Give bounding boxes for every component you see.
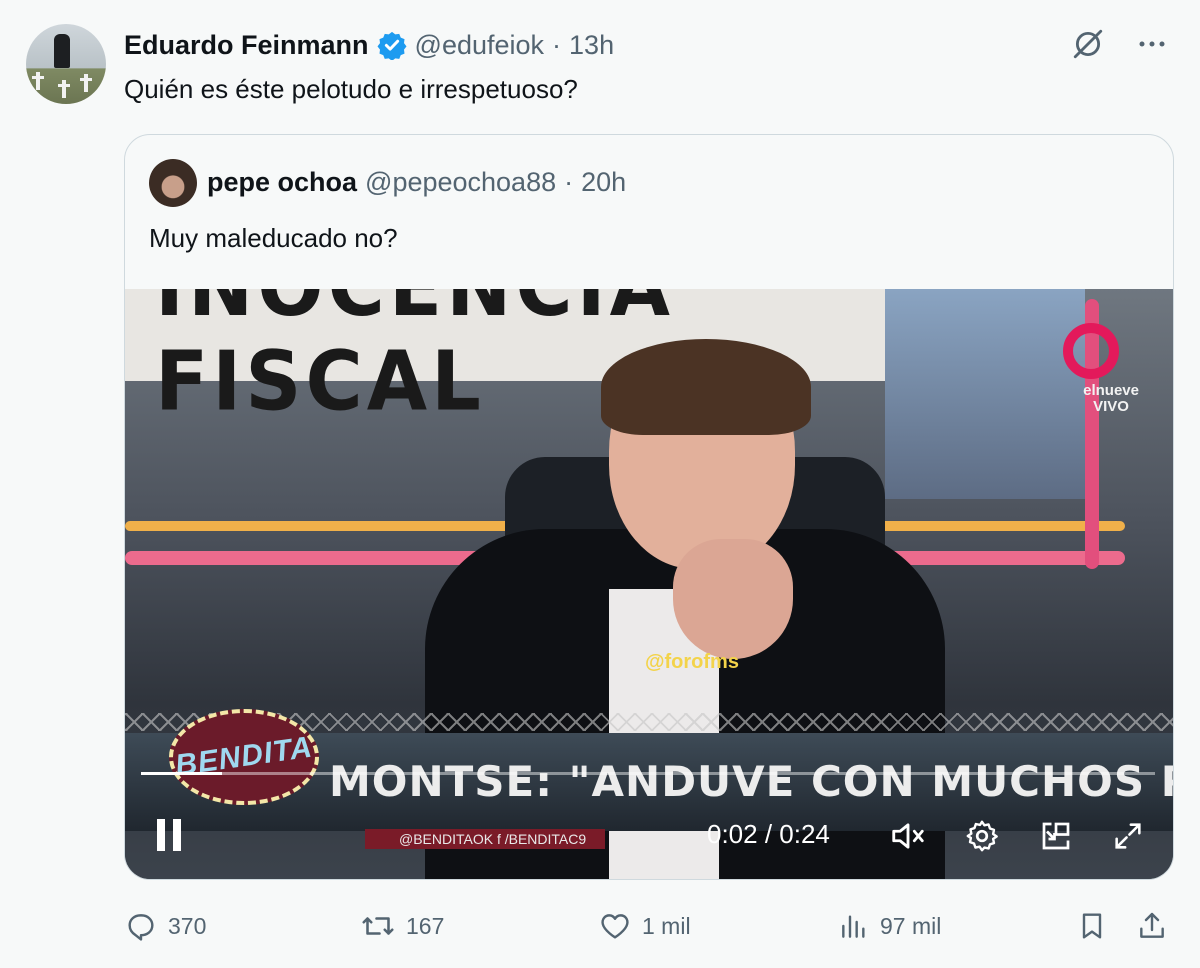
author-avatar[interactable]	[26, 24, 106, 104]
video-person-hair	[601, 339, 811, 435]
quoted-tweet[interactable]: pepe ochoa @pepeochoa88 · 20h Muy maledu…	[124, 134, 1174, 880]
show-logo: BENDITA	[169, 709, 319, 805]
reply-count: 370	[168, 912, 207, 939]
share-icon	[1140, 912, 1164, 938]
like-count: 1 mil	[642, 912, 691, 939]
channel-logo-line: elnueve	[1083, 382, 1139, 399]
quoted-tweet-header: pepe ochoa @pepeochoa88 · 20h	[207, 167, 626, 198]
grok-button[interactable]	[1070, 26, 1106, 62]
verified-badge-icon	[377, 31, 407, 60]
share-button[interactable]	[1136, 904, 1168, 948]
mute-icon	[892, 823, 924, 849]
separator-dot: ·	[552, 29, 562, 60]
settings-button[interactable]	[963, 817, 1001, 855]
tweet-action-bar: 370 167 1 mil 97 mil	[124, 904, 1174, 948]
tweet-top-actions	[1070, 26, 1170, 62]
video-time: 0:02 / 0:24	[707, 819, 830, 849]
channel-logo-text: elnueve VIVO	[1083, 383, 1139, 415]
settings-icon	[966, 820, 998, 852]
repost-icon	[362, 917, 394, 935]
bookmark-icon	[1082, 913, 1102, 939]
repost-button[interactable]: 167	[360, 904, 444, 948]
video-background-screen	[885, 289, 1085, 499]
grok-icon	[1073, 29, 1103, 59]
video-controls: 0:02 / 0:24	[125, 809, 1173, 861]
show-logo-text: BENDITA	[173, 730, 315, 783]
video-person-hand	[673, 539, 793, 659]
separator-dot: ·	[564, 167, 574, 197]
repost-count: 167	[406, 912, 445, 939]
reply-button[interactable]: 370	[124, 904, 206, 948]
quoted-tweet-text: Muy maleducado no?	[149, 223, 398, 253]
video-headline: MONTSE: "ANDUVE CON MUCHOS PRODUCTORES"	[329, 757, 1173, 806]
mute-button[interactable]	[889, 817, 927, 855]
pause-icon[interactable]	[153, 817, 189, 853]
like-button[interactable]: 1 mil	[598, 904, 691, 948]
pip-icon	[1042, 822, 1070, 850]
fullscreen-button[interactable]	[1109, 817, 1147, 855]
like-icon	[601, 914, 629, 939]
more-button[interactable]	[1134, 26, 1170, 62]
quoted-tweet-time[interactable]: 20h	[581, 167, 626, 198]
avatar-cross	[58, 80, 70, 98]
video-progress-bar[interactable]	[141, 772, 1155, 775]
more-icon	[1139, 41, 1165, 47]
avatar-cross	[32, 72, 44, 90]
channel-logo-icon	[1063, 323, 1119, 379]
quoted-author-name[interactable]: pepe ochoa	[207, 167, 357, 198]
views-icon	[842, 915, 865, 938]
author-name[interactable]: Eduardo Feinmann	[124, 30, 369, 61]
avatar-figure	[54, 34, 70, 68]
video-player[interactable]: INOCENCIA FISCAL @forofms elnueve VIVO B…	[125, 289, 1173, 879]
views-button[interactable]: 97 mil	[838, 904, 941, 948]
video-watermark: @forofms	[645, 651, 739, 673]
author-handle[interactable]: @edufeiok	[415, 30, 545, 61]
tweet-header: Eduardo Feinmann @edufeiok · 13h	[124, 28, 614, 62]
quoted-author-handle[interactable]: @pepeochoa88	[365, 167, 556, 198]
pip-button[interactable]	[1037, 817, 1075, 855]
reply-icon	[128, 914, 154, 941]
tweet-time[interactable]: 13h	[569, 30, 614, 61]
views-count: 97 mil	[880, 912, 942, 939]
video-progress-fill	[141, 772, 223, 775]
channel-logo-line: VIVO	[1093, 398, 1129, 415]
bookmark-button[interactable]	[1076, 904, 1108, 948]
avatar-cross	[80, 74, 92, 92]
tweet-text: Quién es éste pelotudo e irrespetuoso?	[124, 74, 578, 104]
quoted-author-avatar[interactable]	[149, 159, 197, 207]
fullscreen-icon	[1115, 823, 1141, 849]
